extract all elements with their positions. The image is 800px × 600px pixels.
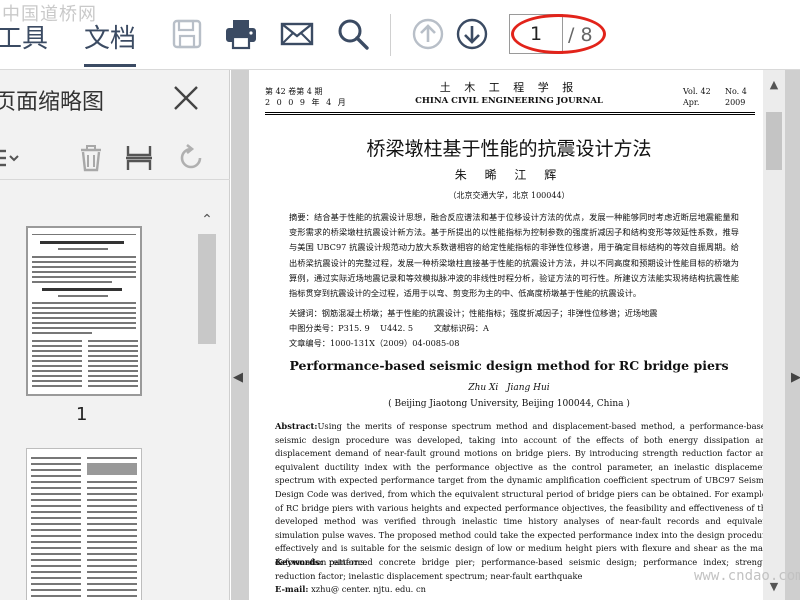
article-number: 文章编号：1000-131X（2009）04-0085-08 (289, 338, 460, 348)
rotate-page-icon[interactable] (176, 143, 206, 173)
close-icon[interactable] (172, 84, 200, 112)
toolbar: 中国道桥网 工具 文档 1 / 8 (0, 0, 800, 70)
page-thumbnail-2[interactable] (26, 448, 142, 600)
page-thumbnail-1[interactable] (26, 226, 142, 396)
next-page-icon[interactable] (455, 17, 489, 51)
authors-cn: 朱 晞 江 辉 (454, 168, 564, 182)
keywords-cn: 关键词：钢筋混凝土桥墩；基于性能的抗震设计；性能指标；强度折减因子；非弹性位移谱… (289, 308, 658, 318)
abstract-en-lead: Abstract: (275, 421, 318, 431)
email-en-lead: E-mail: (275, 584, 309, 594)
document-viewer: ◀ 第 42 卷第 4 期 2 0 0 9 年 4 月 土 木 工 程 学 报 … (231, 70, 800, 600)
thumbnail-list: 1 (0, 198, 194, 600)
save-icon[interactable] (170, 17, 204, 51)
thumbnail-scrollbar[interactable]: ⌃ (196, 206, 218, 600)
affiliation-en: ( Beijing Jiaotong University, Beijing 1… (388, 399, 630, 409)
scroll-up-icon[interactable]: ⌃ (196, 212, 218, 228)
thumbnail-toolbar (0, 130, 230, 180)
document-scrollbar[interactable]: ▲ ▼ (763, 70, 785, 600)
extract-page-icon[interactable] (124, 143, 154, 173)
thumbnail-label: 1 (76, 404, 88, 425)
abstract-en: Abstract:Using the merits of response sp… (275, 420, 769, 570)
print-icon[interactable] (224, 17, 258, 51)
thumbnail-panel: 页面缩略图 1 ⌃ (0, 70, 230, 600)
header-issue-en: No. 4 (725, 87, 747, 96)
collapse-left-icon[interactable]: ◀ (233, 370, 243, 385)
active-tab-indicator (84, 64, 136, 67)
watermark-url: www.cndao.com (694, 568, 800, 584)
header-month-en: Apr. (683, 98, 700, 107)
collapse-right-icon[interactable]: ▶ (791, 370, 800, 385)
tab-tools[interactable]: 工具 (0, 18, 48, 55)
search-icon[interactable] (336, 17, 370, 51)
keywords-en-lead: Keywords: (275, 557, 323, 567)
paper-title-en: Performance-based seismic design method … (289, 358, 729, 373)
delete-page-icon[interactable] (76, 143, 106, 173)
email-en-body: xzhu@ center. njtu. edu. cn (311, 584, 426, 594)
tab-documents[interactable]: 文档 (84, 18, 136, 55)
page-options-icon[interactable] (0, 143, 20, 173)
document-page: 第 42 卷第 4 期 2 0 0 9 年 4 月 土 木 工 程 学 报 CH… (249, 70, 769, 600)
previous-page-icon[interactable] (411, 17, 445, 51)
abstract-en-body: Using the merits of response spectrum me… (275, 421, 769, 567)
header-year-en: 2009 (725, 98, 746, 107)
scroll-up-icon[interactable]: ▲ (763, 78, 785, 91)
email-en: E-mail: xzhu@ center. njtu. edu. cn (275, 583, 769, 597)
affiliation-cn: （北京交通大学，北京 100044） (448, 191, 570, 200)
scrollbar-thumb[interactable] (198, 234, 216, 344)
paper-title-cn: 桥梁墩柱基于性能的抗震设计方法 (366, 138, 652, 160)
highlight-annotation (511, 14, 606, 54)
authors-en: Zhu Xi Jiang Hui (468, 383, 550, 393)
header-rule (265, 112, 755, 115)
email-icon[interactable] (280, 17, 314, 51)
classification-number: 中图分类号：P315. 9 U442. 5 文献标识码：A (289, 323, 489, 333)
header-volume-en: Vol. 42 (683, 87, 711, 96)
scrollbar-thumb[interactable] (766, 112, 782, 170)
abstract-cn: 摘要：结合基于性能的抗震设计思想，融合反应谱法和基于位移设计方法的优点，发展一种… (289, 212, 739, 299)
panel-title: 页面缩略图 (0, 90, 105, 115)
toolbar-divider (390, 14, 391, 56)
